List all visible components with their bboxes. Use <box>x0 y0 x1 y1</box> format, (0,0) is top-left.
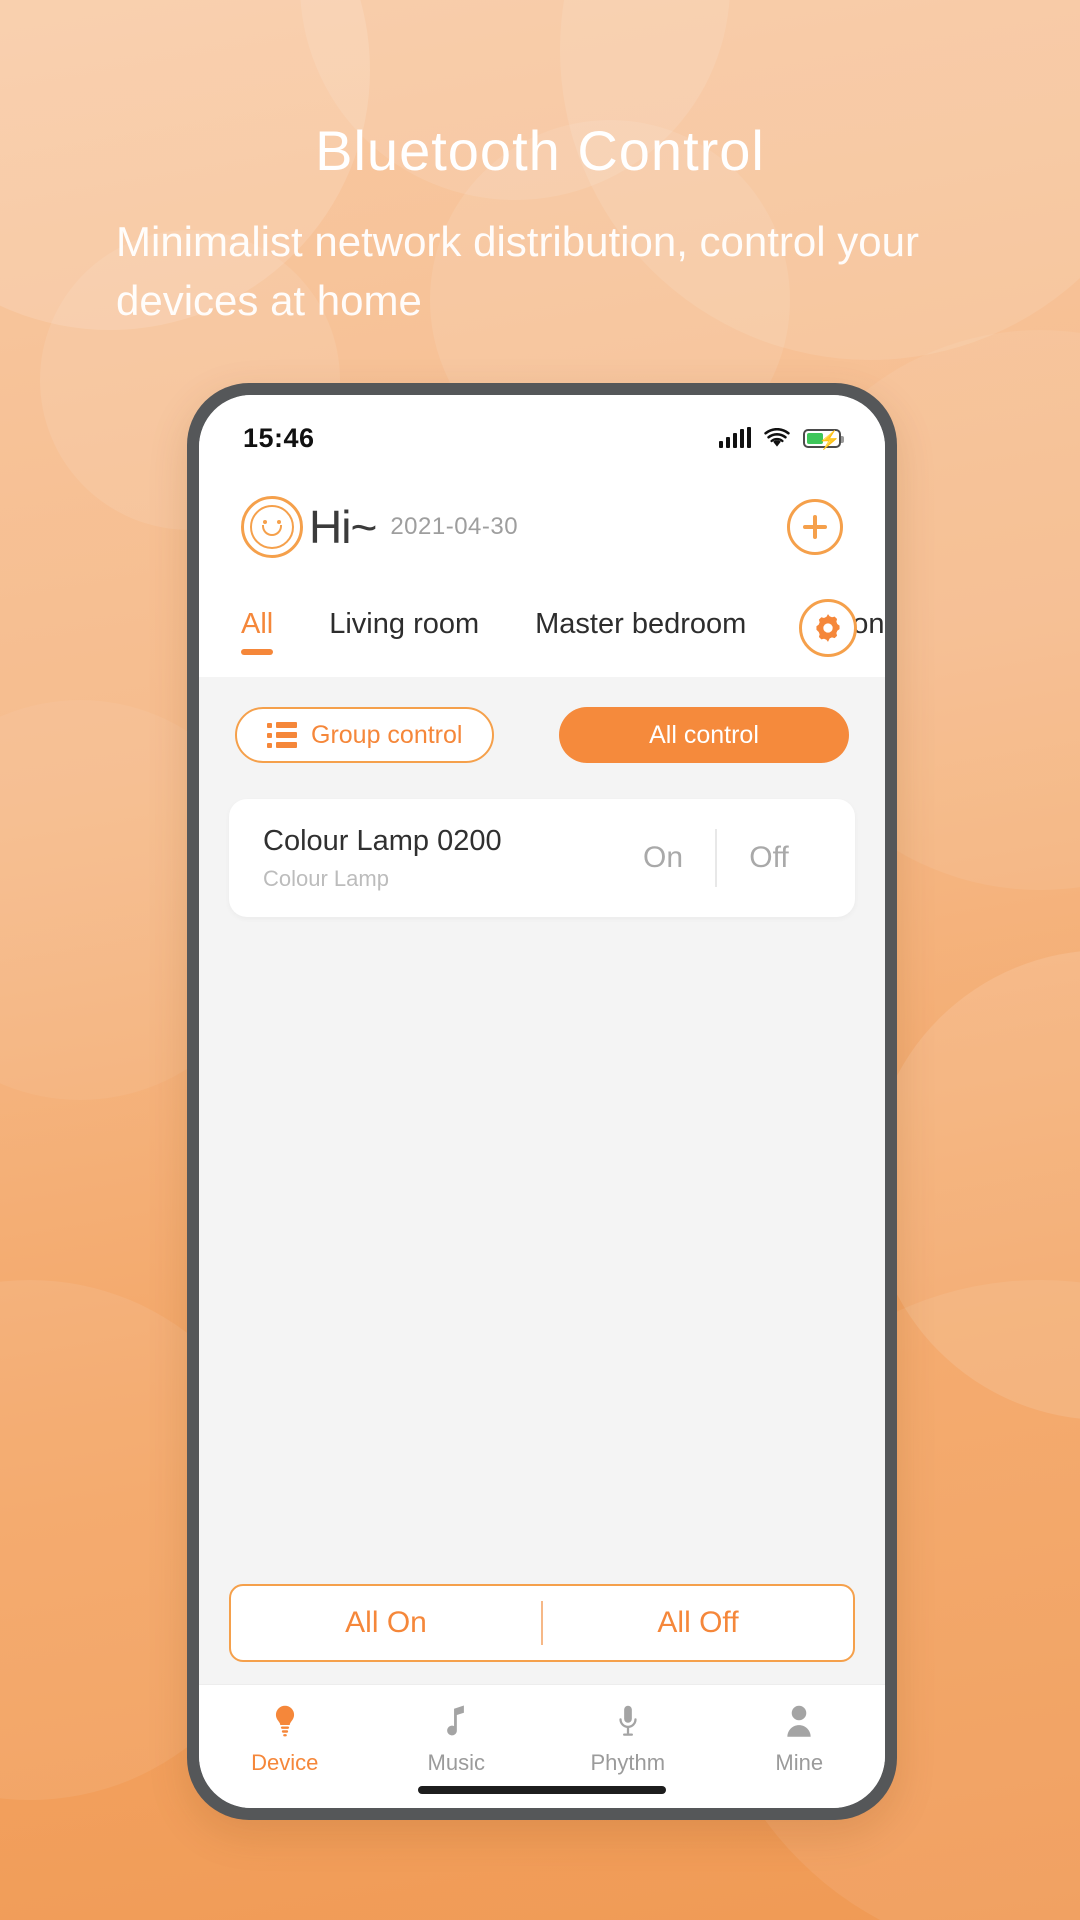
device-info: Colour Lamp 0200 Colour Lamp <box>263 825 611 892</box>
lightbulb-icon <box>271 1701 299 1741</box>
nav-item-mine[interactable]: Mine <box>714 1701 886 1776</box>
signal-bars-icon <box>719 427 751 448</box>
phone-frame: 15:46 ⚡ Hi~ 2021-04-30 All Living room M… <box>187 383 897 1820</box>
all-controls-bar: All On All Off <box>229 1584 855 1662</box>
status-bar-icons: ⚡ <box>719 427 844 449</box>
control-buttons-row: Group control All control <box>199 677 885 787</box>
nav-item-device[interactable]: Device <box>199 1701 371 1776</box>
all-on-button[interactable]: All On <box>231 1606 541 1640</box>
phone-screen: 15:46 ⚡ Hi~ 2021-04-30 All Living room M… <box>199 395 885 1808</box>
nav-label-phythm: Phythm <box>590 1750 666 1775</box>
tab-master-bedroom[interactable]: Master bedroom <box>535 608 746 655</box>
promo-title: Bluetooth Control <box>315 119 765 182</box>
status-bar-time: 15:46 <box>243 422 315 453</box>
group-control-button[interactable]: Group control <box>235 707 495 763</box>
status-bar: 15:46 ⚡ <box>199 395 885 469</box>
device-name: Colour Lamp 0200 <box>263 824 502 857</box>
nav-label-music: Music <box>427 1750 485 1775</box>
nav-label-device: Device <box>251 1750 319 1775</box>
device-type: Colour Lamp <box>263 865 389 891</box>
add-device-button[interactable] <box>787 499 843 555</box>
header-date: 2021-04-30 <box>390 513 519 540</box>
wifi-icon <box>764 428 790 447</box>
background-blob <box>870 950 1080 1420</box>
tab-all[interactable]: All <box>241 608 274 655</box>
device-on-button[interactable]: On <box>611 841 715 875</box>
device-off-button[interactable]: Off <box>717 841 821 875</box>
promo-text-block: Bluetooth Control Minimalist network dis… <box>0 120 1080 331</box>
app-header: Hi~ 2021-04-30 <box>199 469 885 585</box>
device-actions: On Off <box>611 829 821 887</box>
device-card[interactable]: Colour Lamp 0200 Colour Lamp On Off <box>229 799 855 917</box>
all-off-button[interactable]: All Off <box>543 1606 853 1640</box>
all-controls-bar-wrapper: All On All Off <box>199 1584 885 1684</box>
home-indicator <box>418 1786 666 1794</box>
tab-living-room[interactable]: Living room <box>329 608 479 655</box>
nav-label-mine: Mine <box>775 1750 824 1775</box>
smiley-avatar-icon[interactable] <box>241 496 303 558</box>
battery-charging-icon: ⚡ <box>803 428 844 449</box>
greeting-text: Hi~ <box>309 501 377 553</box>
person-icon <box>785 1701 813 1741</box>
music-note-icon <box>443 1701 469 1741</box>
microphone-icon <box>615 1701 641 1741</box>
nav-item-phythm[interactable]: Phythm <box>542 1701 714 1776</box>
group-control-label: Group control <box>311 720 463 749</box>
settings-button[interactable] <box>799 599 857 657</box>
list-icon <box>267 722 297 748</box>
nav-item-music[interactable]: Music <box>371 1701 543 1776</box>
room-tabs-list: All Living room Master bedroom Second <box>241 608 885 655</box>
promo-subtitle: Minimalist network distribution, control… <box>116 217 919 325</box>
room-tabs: All Living room Master bedroom Second <box>199 585 885 677</box>
promo-screenshot: Bluetooth Control Minimalist network dis… <box>0 0 1080 1920</box>
all-control-button[interactable]: All control <box>559 707 849 763</box>
device-list: Colour Lamp 0200 Colour Lamp On Off <box>199 787 885 1584</box>
gear-icon <box>816 614 840 642</box>
